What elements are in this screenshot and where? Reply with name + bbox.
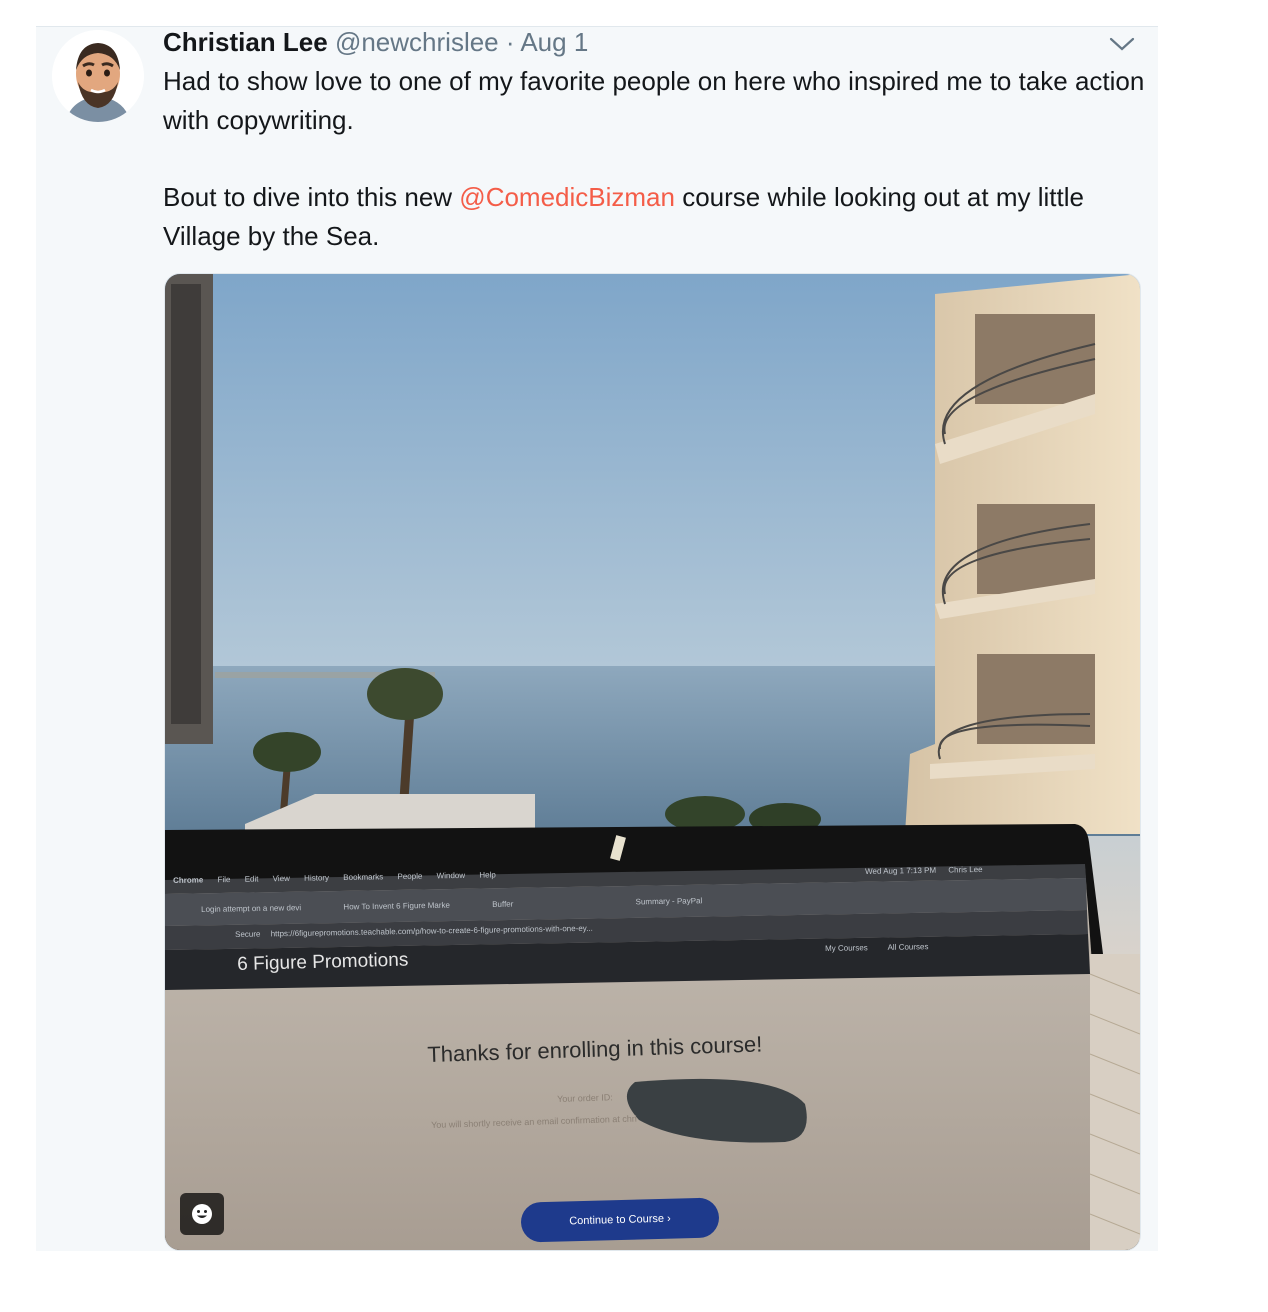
author-name[interactable]: Christian Lee xyxy=(163,27,328,57)
menu-item: Window xyxy=(436,870,466,881)
browser-tab: How To Invent 6 Figure Marke xyxy=(343,900,451,912)
menu-item: People xyxy=(397,871,423,882)
chevron-down-icon[interactable] xyxy=(1108,34,1136,54)
tweet-text-paragraph-2: Bout to dive into this new @ComedicBizma… xyxy=(163,178,1153,256)
tweet-photo[interactable]: Chrome File Edit View History Bookmarks … xyxy=(164,273,1141,1251)
nav-my-courses: My Courses xyxy=(825,943,868,953)
author-handle[interactable]: @newchrislee xyxy=(335,27,499,57)
menu-item: Edit xyxy=(244,874,259,884)
menu-item: File xyxy=(217,874,231,885)
continue-to-course-button: Continue to Course › xyxy=(520,1197,720,1243)
tweet-timestamp[interactable]: Aug 1 xyxy=(520,27,588,57)
menu-item: Chrome xyxy=(173,875,204,885)
menu-item: View xyxy=(272,873,290,884)
order-label: Your order ID: xyxy=(557,1092,613,1104)
menu-item: History xyxy=(304,873,330,883)
smiley-face-icon[interactable] xyxy=(180,1193,224,1235)
browser-tab: Buffer xyxy=(492,899,514,909)
secure-label: Secure xyxy=(235,929,261,939)
tweet-text-before-mention: Bout to dive into this new xyxy=(163,182,460,212)
nav-all-courses: All Courses xyxy=(887,942,929,952)
mention-link[interactable]: @ComedicBizman xyxy=(459,182,675,212)
tweet-header: Christian Lee @newchrislee · Aug 1 xyxy=(163,27,588,57)
tweet-text-paragraph-1: Had to show love to one of my favorite p… xyxy=(163,66,1145,135)
site-title: 6 Figure Promotions xyxy=(237,949,409,975)
photo-scene xyxy=(165,274,1140,1250)
menu-item: Bookmarks xyxy=(343,872,384,883)
site-nav: My Courses All Courses xyxy=(825,942,929,953)
clock: Wed Aug 1 7:13 PM xyxy=(865,865,937,876)
user-name: Chris Lee xyxy=(948,864,983,875)
browser-tab: Summary - PayPal xyxy=(635,896,703,907)
menu-item: Help xyxy=(479,870,496,880)
tweet-text: Had to show love to one of my favorite p… xyxy=(163,62,1153,256)
browser-tab: Login attempt on a new devi xyxy=(201,903,302,914)
avatar[interactable] xyxy=(52,30,144,122)
separator-dot: · xyxy=(505,27,515,57)
